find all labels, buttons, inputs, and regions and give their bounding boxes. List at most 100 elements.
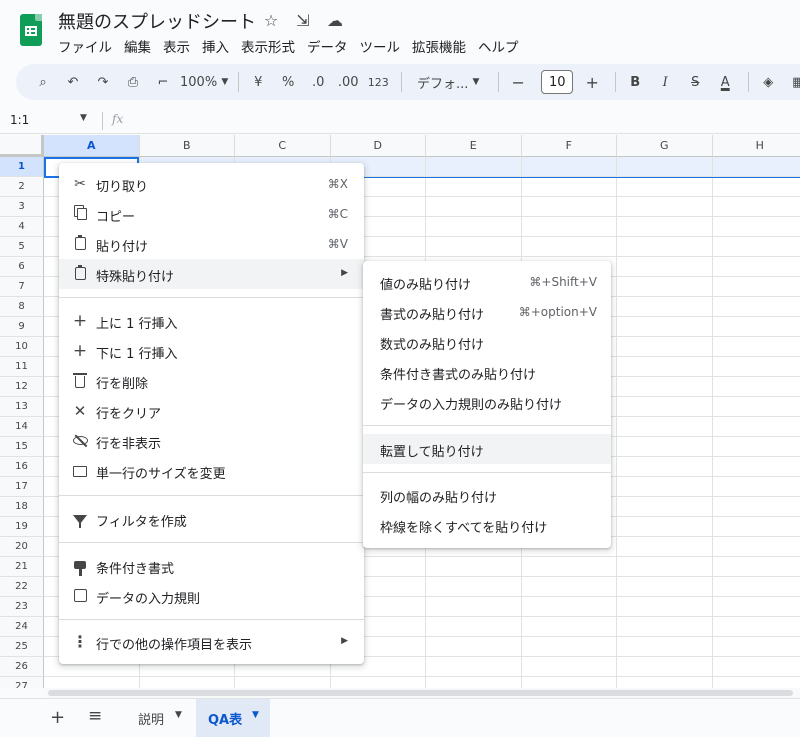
print-icon[interactable]: ⎙ bbox=[120, 70, 146, 94]
row-header[interactable]: 9 bbox=[0, 317, 44, 337]
decrease-font-size-icon[interactable]: − bbox=[505, 70, 531, 94]
menu-item-data-validation[interactable]: データの入力規則 bbox=[59, 581, 364, 611]
column-header[interactable]: A bbox=[44, 135, 140, 157]
row-header[interactable]: 17 bbox=[0, 477, 44, 497]
strikethrough-button[interactable]: S bbox=[682, 70, 708, 94]
text-color-button[interactable]: A bbox=[712, 70, 738, 94]
star-icon[interactable]: ☆ bbox=[262, 11, 280, 30]
submenu-item-transpose[interactable]: 転置して貼り付け bbox=[363, 434, 611, 464]
submenu-item-all-except-borders[interactable]: 枠線を除くすべてを貼り付け bbox=[363, 510, 611, 540]
menu-format[interactable]: 表示形式 bbox=[241, 36, 295, 56]
row-header[interactable]: 15 bbox=[0, 437, 44, 457]
column-header[interactable]: E bbox=[426, 135, 522, 157]
row-header[interactable]: 19 bbox=[0, 517, 44, 537]
move-folder-icon[interactable]: ⇲ bbox=[294, 11, 312, 30]
decrease-decimal-button[interactable]: .0 bbox=[305, 70, 331, 94]
font-select[interactable]: デフォ... ▼ bbox=[408, 70, 488, 94]
document-title[interactable]: 無題のスプレッドシート bbox=[58, 8, 256, 34]
menu-item-resize-row[interactable]: 単一行のサイズを変更 bbox=[59, 456, 364, 486]
bold-button[interactable]: B bbox=[622, 70, 648, 94]
menu-edit[interactable]: 編集 bbox=[124, 36, 151, 56]
menu-item-insert-below[interactable]: + 下に 1 行挿入 bbox=[59, 336, 364, 366]
row-header[interactable]: 11 bbox=[0, 357, 44, 377]
menu-item-delete-row[interactable]: 行を削除 bbox=[59, 366, 364, 396]
row-header[interactable]: 5 bbox=[0, 237, 44, 257]
zoom-select[interactable]: 100% ▼ bbox=[180, 70, 228, 94]
menu-item-more-actions[interactable]: ⋮ 行での他の操作項目を表示 ▶ bbox=[59, 627, 364, 657]
submenu-item-values-only[interactable]: 値のみ貼り付け ⌘+Shift+V bbox=[363, 267, 611, 297]
submenu-item-column-width-only[interactable]: 列の幅のみ貼り付け bbox=[363, 480, 611, 510]
menu-item-clear-row[interactable]: ✕ 行をクリア bbox=[59, 396, 364, 426]
sheet-tab-description[interactable]: 説明 bbox=[138, 709, 164, 728]
row-header[interactable]: 12 bbox=[0, 377, 44, 397]
select-all-corner[interactable] bbox=[0, 135, 44, 157]
name-box[interactable]: 1:1 bbox=[10, 113, 29, 127]
menu-insert[interactable]: 挿入 bbox=[202, 36, 229, 56]
increase-decimal-button[interactable]: .00 bbox=[335, 70, 361, 94]
menu-file[interactable]: ファイル bbox=[58, 36, 112, 56]
row-header[interactable]: 1 bbox=[0, 157, 44, 177]
sheets-logo-icon[interactable] bbox=[20, 14, 42, 46]
row-header[interactable]: 16 bbox=[0, 457, 44, 477]
column-header[interactable]: G bbox=[617, 135, 713, 157]
row-header[interactable]: 6 bbox=[0, 257, 44, 277]
menu-item-paste[interactable]: 貼り付け ⌘V bbox=[59, 229, 364, 259]
row-header[interactable]: 4 bbox=[0, 217, 44, 237]
currency-format-button[interactable]: ¥ bbox=[245, 70, 271, 94]
menu-tools[interactable]: ツール bbox=[360, 36, 401, 56]
sheet-tab-qa[interactable]: QA表 ▼ bbox=[196, 699, 270, 737]
row-header[interactable]: 23 bbox=[0, 597, 44, 617]
chevron-down-icon[interactable]: ▼ bbox=[175, 710, 182, 720]
row-header[interactable]: 2 bbox=[0, 177, 44, 197]
cloud-status-icon[interactable]: ☁ bbox=[326, 11, 344, 30]
submenu-item-conditional-only[interactable]: 条件付き書式のみ貼り付け bbox=[363, 357, 611, 387]
paint-format-icon[interactable]: ⌐ bbox=[150, 70, 176, 94]
row-header[interactable]: 26 bbox=[0, 657, 44, 677]
scrollbar-thumb[interactable] bbox=[48, 690, 793, 696]
number-format-button[interactable]: 123 bbox=[365, 70, 391, 94]
submenu-item-validation-only[interactable]: データの入力規則のみ貼り付け bbox=[363, 387, 611, 417]
column-header[interactable]: C bbox=[235, 135, 331, 157]
undo-icon[interactable]: ↶ bbox=[60, 70, 86, 94]
italic-button[interactable]: I bbox=[652, 70, 678, 94]
submenu-item-format-only[interactable]: 書式のみ貼り付け ⌘+option+V bbox=[363, 297, 611, 327]
fill-color-icon[interactable]: ◈ bbox=[755, 70, 781, 94]
menu-view[interactable]: 表示 bbox=[163, 36, 190, 56]
menu-data[interactable]: データ bbox=[307, 36, 348, 56]
chevron-down-icon[interactable]: ▼ bbox=[80, 113, 87, 123]
row-header[interactable]: 8 bbox=[0, 297, 44, 317]
row-header[interactable]: 18 bbox=[0, 497, 44, 517]
menu-help[interactable]: ヘルプ bbox=[478, 36, 519, 56]
row-header[interactable]: 27 bbox=[0, 677, 44, 688]
menu-item-create-filter[interactable]: フィルタを作成 bbox=[59, 504, 364, 534]
menu-item-hide-row[interactable]: 行を非表示 bbox=[59, 426, 364, 456]
row-header[interactable]: 24 bbox=[0, 617, 44, 637]
menu-item-cut[interactable]: ✂ 切り取り ⌘X bbox=[59, 169, 364, 199]
row-header[interactable]: 10 bbox=[0, 337, 44, 357]
column-header[interactable]: F bbox=[521, 135, 617, 157]
add-sheet-icon[interactable]: + bbox=[50, 707, 65, 728]
menu-item-copy[interactable]: コピー ⌘C bbox=[59, 199, 364, 229]
menu-item-conditional-format[interactable]: 条件付き書式 bbox=[59, 551, 364, 581]
row-header[interactable]: 21 bbox=[0, 557, 44, 577]
chevron-down-icon[interactable]: ▼ bbox=[252, 710, 259, 720]
column-header[interactable]: B bbox=[139, 135, 235, 157]
column-header[interactable]: H bbox=[712, 135, 800, 157]
font-size-input[interactable]: 10 bbox=[541, 70, 574, 94]
all-sheets-icon[interactable]: ≡ bbox=[88, 706, 102, 726]
row-header[interactable]: 13 bbox=[0, 397, 44, 417]
submenu-item-formula-only[interactable]: 数式のみ貼り付け bbox=[363, 327, 611, 357]
row-header[interactable]: 20 bbox=[0, 537, 44, 557]
increase-font-size-icon[interactable]: + bbox=[579, 70, 605, 94]
column-header[interactable]: D bbox=[330, 135, 426, 157]
menu-item-paste-special[interactable]: 特殊貼り付け ▶ bbox=[59, 259, 364, 289]
redo-icon[interactable]: ↷ bbox=[90, 70, 116, 94]
search-icon[interactable]: ⌕ bbox=[30, 70, 56, 94]
borders-icon[interactable]: ▦ bbox=[785, 70, 800, 94]
row-header[interactable]: 25 bbox=[0, 637, 44, 657]
percent-format-button[interactable]: % bbox=[275, 70, 301, 94]
menu-item-insert-above[interactable]: + 上に 1 行挿入 bbox=[59, 306, 364, 336]
row-header[interactable]: 22 bbox=[0, 577, 44, 597]
horizontal-scrollbar[interactable] bbox=[44, 688, 800, 698]
menu-extensions[interactable]: 拡張機能 bbox=[412, 36, 466, 56]
